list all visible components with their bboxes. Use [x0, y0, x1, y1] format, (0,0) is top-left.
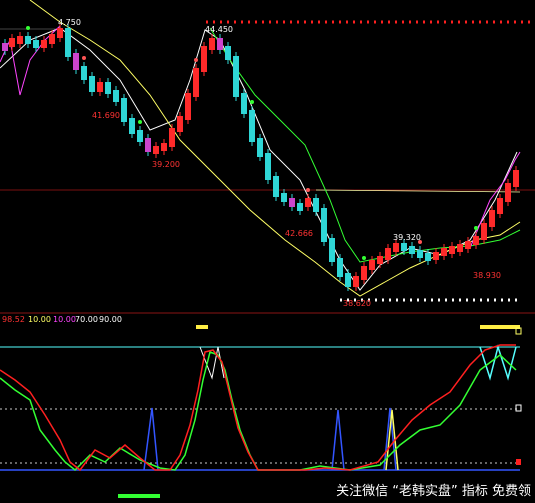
candle [425, 253, 431, 261]
candle [449, 246, 455, 254]
candle [17, 36, 23, 44]
signal-marker [194, 58, 198, 62]
candle [473, 236, 479, 245]
signal-marker [474, 226, 478, 230]
candle [241, 93, 247, 114]
candle [481, 223, 487, 240]
candle [81, 66, 87, 80]
candle [233, 56, 239, 97]
candle [217, 38, 223, 50]
candle [97, 82, 103, 92]
candle [297, 203, 303, 211]
candle [145, 138, 151, 152]
price-label-5: 38.930 [473, 271, 501, 280]
candle [89, 76, 95, 92]
candle [441, 248, 447, 256]
candle [137, 130, 143, 142]
candle [289, 198, 295, 207]
candle [209, 38, 215, 50]
candle [177, 116, 183, 132]
candle [337, 258, 343, 277]
candle [345, 273, 351, 287]
candle [369, 260, 375, 270]
watermark-text: 关注微信 “老韩实盘” 指标 免费领 [336, 484, 531, 499]
candle [313, 198, 319, 212]
candle [201, 46, 207, 72]
candle [393, 243, 399, 252]
price-label-1: 41.690 [92, 111, 120, 120]
candle [225, 46, 231, 60]
candle [409, 246, 415, 254]
price-label-2: 39.200 [152, 160, 180, 169]
candle [265, 153, 271, 180]
candle [377, 256, 383, 264]
candle [9, 38, 15, 47]
candle [417, 250, 423, 258]
candle [57, 28, 63, 38]
indicator-value-1: 98.52 [2, 315, 25, 324]
candle [25, 36, 31, 44]
signal-marker [82, 56, 86, 60]
candle [169, 128, 175, 147]
price-label-3: 42.666 [285, 229, 313, 238]
candle [353, 276, 359, 287]
candle [273, 176, 279, 197]
signal-bar-bottom [118, 494, 160, 498]
signal-marker [362, 256, 366, 260]
stock-indicator-chart: 4.750 44.450 41.690 39.200 42.666 38.620… [0, 0, 535, 503]
price-label-low: 38.620 [343, 299, 371, 308]
candle [433, 252, 439, 260]
signal-marker [250, 100, 254, 104]
candle [489, 210, 495, 227]
candle [129, 118, 135, 134]
candle [153, 146, 159, 154]
candle [161, 143, 167, 151]
candle [305, 198, 311, 207]
candle [385, 248, 391, 260]
signal-marker [306, 188, 310, 192]
candle [257, 138, 263, 157]
indicator-value-5: 90.00 [99, 315, 122, 324]
indicator-value-4: 70.00 [75, 315, 98, 324]
price-label-peak: 44.450 [205, 25, 233, 34]
candle [329, 238, 335, 262]
signal-bar-top-right [480, 325, 520, 329]
candle [321, 208, 327, 242]
candle [33, 40, 39, 48]
candle [401, 243, 407, 251]
indicator-value-3: 10.00 [53, 315, 76, 324]
candle [41, 40, 47, 48]
candle [513, 170, 519, 187]
candle [505, 183, 511, 202]
candle [457, 244, 463, 252]
right-axis-marker-2 [516, 459, 521, 465]
price-label-4: 39.320 [393, 233, 421, 242]
candle [65, 28, 71, 57]
candle [249, 110, 255, 142]
indicator-value-2: 10.00 [28, 315, 51, 324]
candle [361, 266, 367, 280]
candle [281, 193, 287, 202]
candle [193, 68, 199, 97]
candle [73, 53, 79, 70]
signal-bar-top-left [196, 325, 208, 329]
candle [2, 43, 8, 51]
candle [185, 93, 191, 120]
candle [465, 241, 471, 249]
signal-marker [138, 120, 142, 124]
candle [105, 82, 111, 94]
signal-marker [26, 26, 30, 30]
price-label-high-left: 4.750 [58, 18, 81, 27]
candle [497, 198, 503, 214]
candle [113, 90, 119, 102]
candle [49, 34, 55, 44]
candle [121, 98, 127, 122]
